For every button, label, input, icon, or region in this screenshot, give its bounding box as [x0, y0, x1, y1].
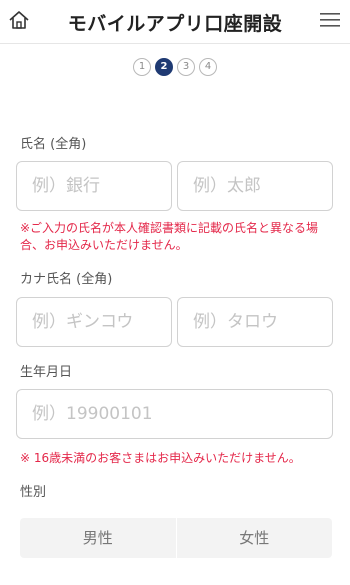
step-3: 3: [177, 58, 195, 76]
first-name-kana-input[interactable]: 例）タロウ: [177, 297, 333, 347]
step-indicator: 1 2 3 4: [0, 57, 350, 77]
page-title: モバイルアプリ口座開設: [67, 13, 283, 35]
last-name-input[interactable]: 例）銀行: [16, 161, 172, 211]
gender-selector: 男性 女性: [20, 518, 332, 558]
name-label: 氏名 (全角): [20, 137, 87, 152]
gender-option-male[interactable]: 男性: [20, 518, 176, 558]
step-2-current: 2: [155, 58, 173, 76]
last-name-kana-input[interactable]: 例）ギンコウ: [16, 297, 172, 347]
home-icon[interactable]: [8, 9, 30, 31]
gender-label: 性別: [20, 485, 47, 500]
birth-date-label: 生年月日: [20, 365, 73, 380]
app-header: モバイルアプリ口座開設: [0, 0, 350, 44]
birth-date-input[interactable]: 例）19900101: [16, 389, 333, 439]
name-warning-note: ※ご入力の氏名が本人確認書類に記載の氏名と異なる場合、お申込みいただけません。: [20, 221, 319, 252]
first-name-input[interactable]: 例）太郎: [177, 161, 333, 211]
gender-option-female[interactable]: 女性: [175, 518, 333, 558]
step-4: 4: [199, 58, 217, 76]
age-warning-note: ※ 16歳未満のお客さまはお申込みいただけません。: [20, 451, 301, 465]
step-1: 1: [133, 58, 151, 76]
hamburger-menu-icon[interactable]: [320, 12, 340, 28]
kana-name-label: カナ氏名 (全角): [20, 272, 113, 287]
